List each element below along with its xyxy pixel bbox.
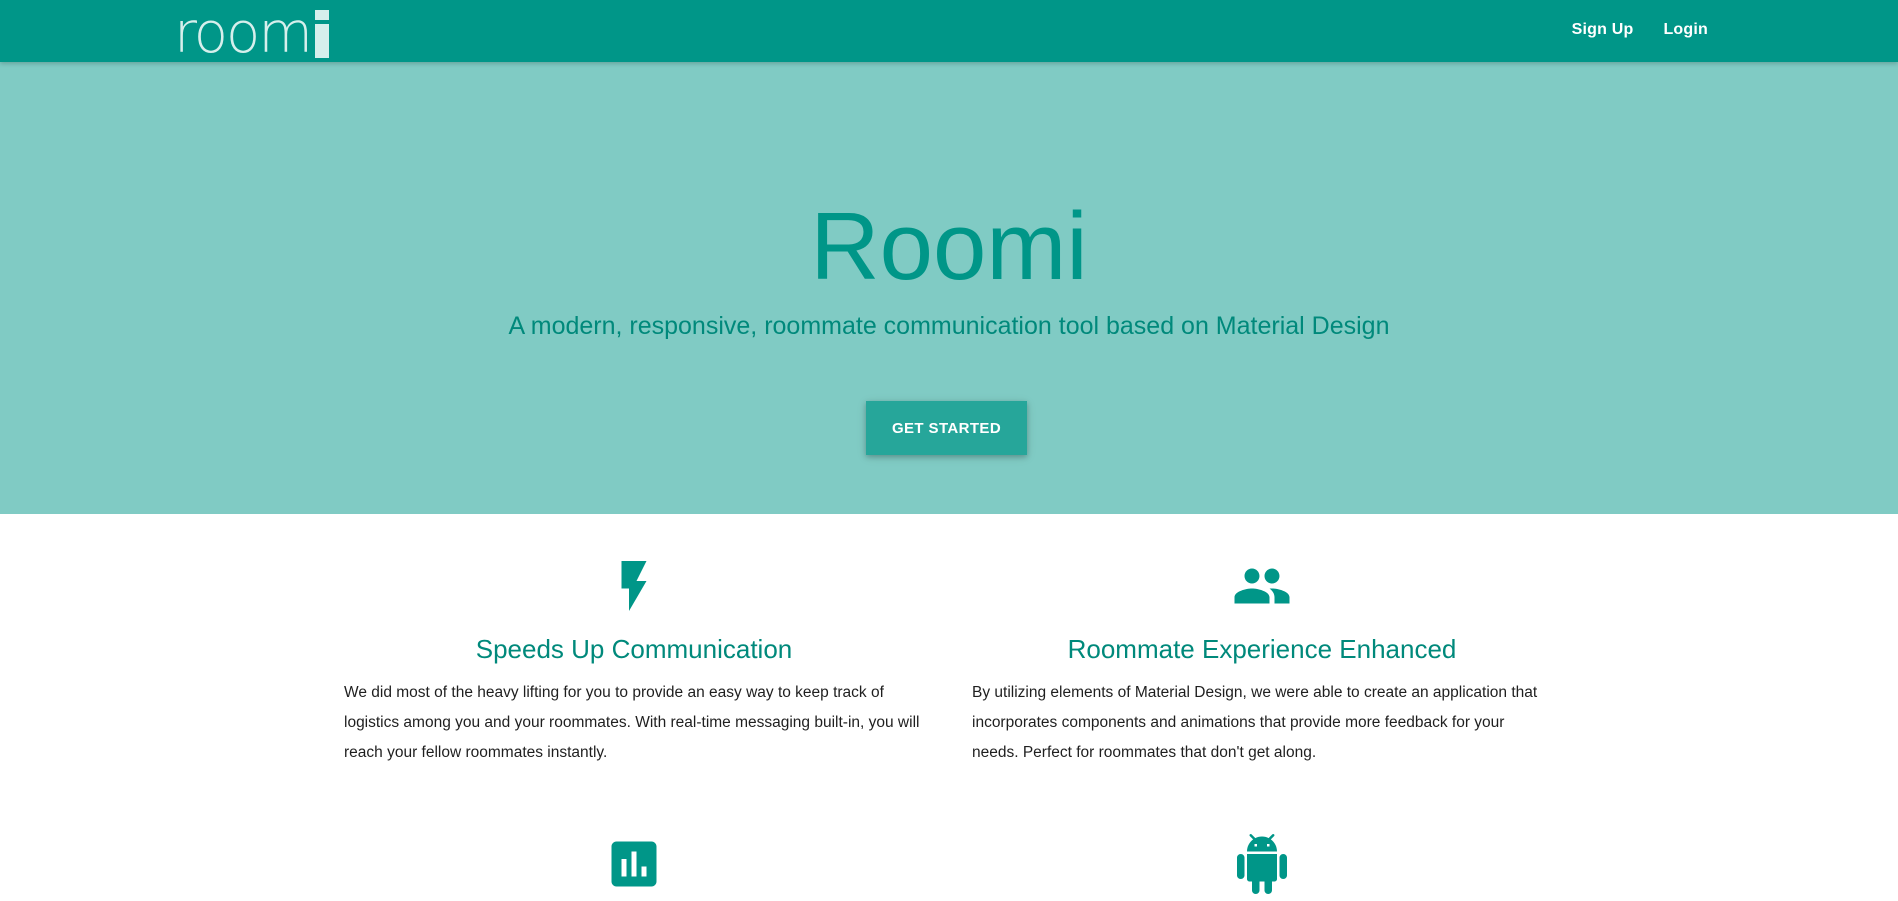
- group-icon: [1234, 568, 1290, 604]
- navbar: room Sign Up Login: [0, 0, 1898, 62]
- feature-text: We did most of the heavy lifting for you…: [344, 684, 920, 761]
- feature-title: Roommate Experience Enhanced: [1067, 634, 1457, 664]
- bar-chart-icon: [611, 841, 657, 887]
- hero-section: Roomi A modern, responsive, roommate com…: [0, 62, 1898, 514]
- signup-link[interactable]: Sign Up: [1572, 21, 1634, 39]
- feature-text: By utilizing elements of Material Design…: [972, 684, 1538, 761]
- hero-title: Roomi: [810, 193, 1088, 300]
- nav-links: Sign Up Login: [1572, 0, 1708, 60]
- flash-icon: [621, 561, 647, 611]
- android-icon: [1237, 834, 1287, 894]
- hero-subtitle: A modern, responsive, roommate communica…: [508, 312, 1390, 340]
- brand-i-mark: [314, 6, 329, 58]
- feature-title: Speeds Up Communication: [475, 634, 793, 664]
- get-started-button[interactable]: GET STARTED: [866, 401, 1027, 455]
- login-link[interactable]: Login: [1663, 21, 1708, 39]
- brand-logo[interactable]: room: [174, 1, 329, 66]
- brand-text: room: [174, 1, 313, 66]
